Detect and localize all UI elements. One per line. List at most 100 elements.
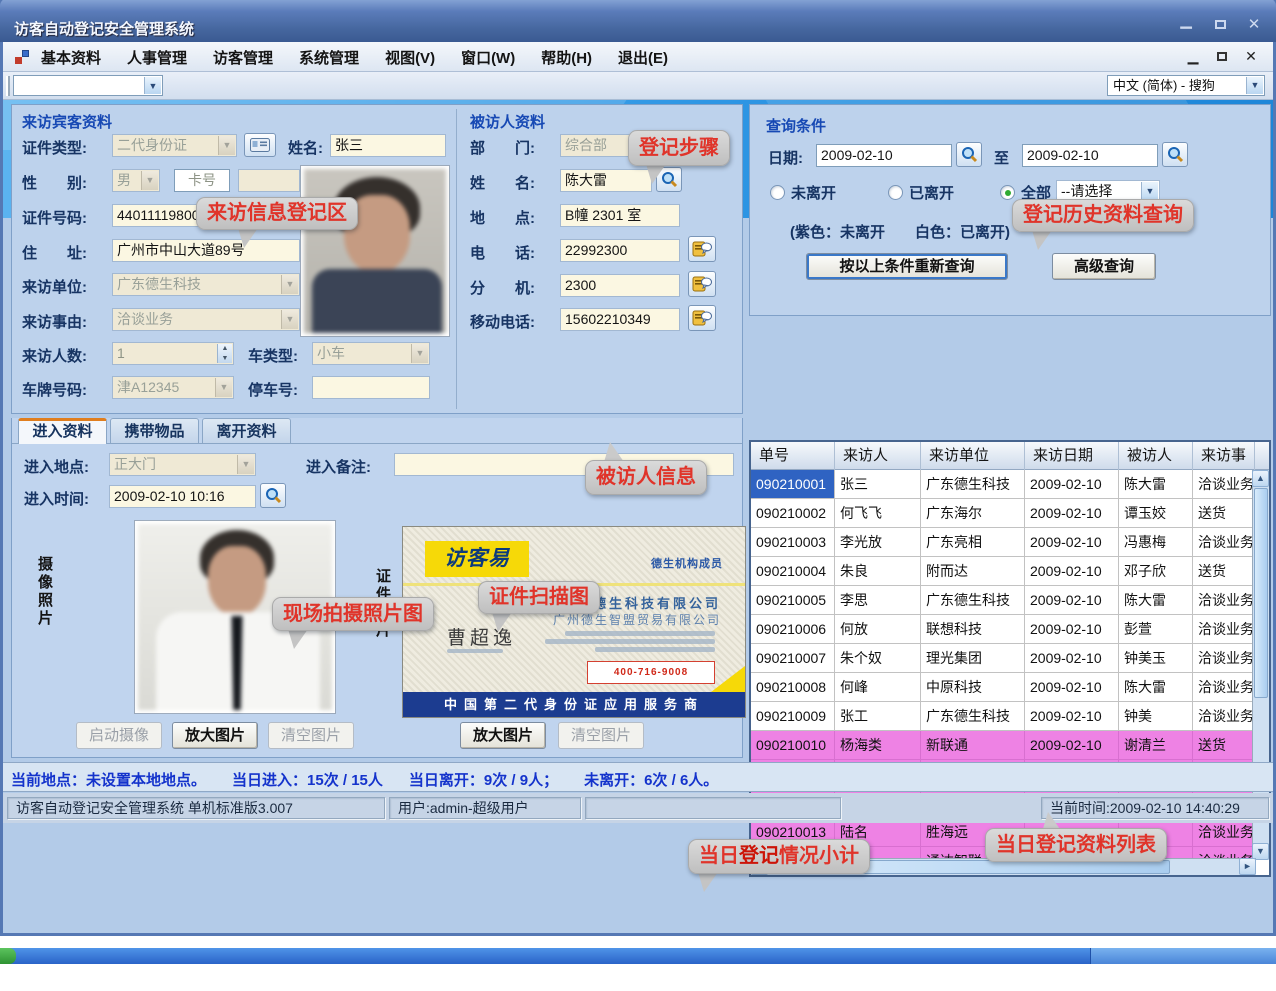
time-picker-icon[interactable] — [260, 483, 286, 508]
call-notify-icon[interactable] — [688, 305, 716, 331]
reason-combo[interactable]: 洽谈业务 ▼ — [112, 308, 300, 331]
table-row-9[interactable]: 090210010杨海类新联通2009-02-10谢清兰送货 — [751, 731, 1255, 760]
table-row-8[interactable]: 090210009张工广东德生科技2009-02-10钟美洽谈业务 — [751, 702, 1255, 731]
table-cell[interactable]: 何放 — [835, 615, 921, 644]
table-cell[interactable]: 李思 — [835, 586, 921, 615]
table-cell[interactable]: 张三 — [835, 470, 921, 499]
table-cell[interactable]: 2009-02-10 — [1025, 615, 1119, 644]
table-cell[interactable]: 洽谈业务 — [1193, 702, 1255, 731]
table-cell[interactable]: 陈大雷 — [1119, 673, 1193, 702]
table-cell[interactable]: 洽谈业务 — [1193, 586, 1255, 615]
menu-item-5[interactable]: 窗口(W) — [461, 47, 515, 68]
table-cell[interactable]: 090210010 — [751, 731, 835, 760]
table-cell[interactable]: 洽谈业务 — [1193, 615, 1255, 644]
date-to-input[interactable]: 2009-02-10 — [1022, 144, 1158, 167]
spinner-icon[interactable]: ▲▼ — [217, 344, 232, 363]
mdi-minimize-icon[interactable]: ▁ — [1185, 48, 1201, 65]
table-row-6[interactable]: 090210007朱个奴理光集团2009-02-10钟美玉洽谈业务 — [751, 644, 1255, 673]
visited-name-input[interactable]: 陈大雷 — [560, 169, 652, 192]
entry-time-input[interactable]: 2009-02-10 10:16 — [109, 485, 256, 508]
radio-1[interactable]: 已离开 — [888, 182, 954, 203]
plate-combo[interactable]: 津A12345 ▼ — [112, 376, 234, 399]
requery-button[interactable]: 按以上条件重新查询 — [806, 253, 1008, 280]
chevron-down-icon[interactable]: ▼ — [218, 136, 235, 155]
windows-taskbar[interactable] — [0, 948, 1276, 964]
table-cell[interactable]: 广东德生科技 — [921, 702, 1025, 731]
ext-input[interactable]: 2300 — [560, 274, 680, 297]
card-reader-icon[interactable] — [244, 133, 276, 157]
call-notify-icon[interactable] — [688, 236, 716, 262]
call-notify-icon[interactable] — [688, 271, 716, 297]
gender-combo[interactable]: 男 ▼ — [112, 169, 160, 192]
tab-2[interactable]: 离开资料 — [202, 418, 291, 444]
date-picker-icon[interactable] — [1162, 142, 1188, 167]
zoom-image-button[interactable]: 放大图片 — [460, 722, 546, 749]
table-row-4[interactable]: 090210005李思广东德生科技2009-02-10陈大雷洽谈业务 — [751, 586, 1255, 615]
table-cell[interactable]: 2009-02-10 — [1025, 644, 1119, 673]
chevron-down-icon[interactable]: ▼ — [215, 378, 232, 397]
card-no-input[interactable] — [238, 169, 300, 192]
close-icon[interactable]: ✕ — [1244, 16, 1264, 34]
chevron-down-icon[interactable]: ▼ — [281, 275, 298, 294]
table-cell[interactable]: 张工 — [835, 702, 921, 731]
table-cell[interactable]: 中原科技 — [921, 673, 1025, 702]
zoom-image-button[interactable]: 放大图片 — [172, 722, 258, 749]
table-cell[interactable]: 洽谈业务 — [1193, 470, 1255, 499]
language-bar[interactable]: 中文 (简体) - 搜狗 ▼ — [1107, 75, 1265, 96]
table-cell[interactable]: 谢清兰 — [1119, 731, 1193, 760]
scroll-up-icon[interactable]: ▲ — [1252, 470, 1269, 487]
clear-image-button[interactable]: 清空图片 — [558, 722, 644, 749]
table-cell[interactable]: 2009-02-10 — [1025, 528, 1119, 557]
restore-icon[interactable] — [1210, 16, 1230, 34]
table-cell[interactable]: 洽谈业务 — [1193, 673, 1255, 702]
table-cell[interactable]: 2009-02-10 — [1025, 586, 1119, 615]
address-input[interactable]: 广州市中山大道89号 — [112, 239, 300, 262]
tab-0[interactable]: 进入资料 — [18, 418, 107, 444]
table-cell[interactable]: 2009-02-10 — [1025, 470, 1119, 499]
chevron-down-icon[interactable]: ▼ — [237, 455, 254, 474]
table-cell[interactable]: 彭萱 — [1119, 615, 1193, 644]
table-cell[interactable]: 朱良 — [835, 557, 921, 586]
radio-0[interactable]: 未离开 — [770, 182, 836, 203]
menu-item-4[interactable]: 视图(V) — [385, 47, 435, 68]
table-cell[interactable]: 冯惠梅 — [1119, 528, 1193, 557]
table-cell[interactable]: 090210001 — [751, 470, 835, 499]
table-row-5[interactable]: 090210006何放联想科技2009-02-10彭萱洽谈业务 — [751, 615, 1255, 644]
menu-item-0[interactable]: 基本资料 — [41, 47, 101, 68]
visitor-name-input[interactable]: 张三 — [330, 134, 446, 157]
table-cell[interactable]: 送货 — [1193, 731, 1255, 760]
quick-combo[interactable]: ▼ — [13, 75, 163, 96]
chevron-down-icon[interactable]: ▼ — [1246, 77, 1263, 94]
table-cell[interactable]: 谭玉姣 — [1119, 499, 1193, 528]
table-cell[interactable]: 新联通 — [921, 731, 1025, 760]
people-input[interactable]: 1 ▲▼ — [112, 342, 234, 365]
table-cell[interactable]: 090210008 — [751, 673, 835, 702]
table-cell[interactable]: 附而达 — [921, 557, 1025, 586]
parking-input[interactable] — [312, 376, 430, 399]
chevron-down-icon[interactable]: ▼ — [281, 310, 298, 329]
menu-item-7[interactable]: 退出(E) — [618, 47, 668, 68]
car-type-combo[interactable]: 小车 ▼ — [312, 342, 430, 365]
minimize-icon[interactable]: ▁ — [1176, 16, 1196, 34]
table-cell[interactable]: 钟美玉 — [1119, 644, 1193, 673]
table-cell[interactable]: 洽谈业务 — [1193, 644, 1255, 673]
tab-1[interactable]: 携带物品 — [110, 418, 199, 444]
table-row-2[interactable]: 090210003李光放广东亮相2009-02-10冯惠梅洽谈业务 — [751, 528, 1255, 557]
table-cell[interactable]: 2009-02-10 — [1025, 499, 1119, 528]
table-cell[interactable]: 何飞飞 — [835, 499, 921, 528]
mdi-close-icon[interactable]: ✕ — [1243, 48, 1259, 65]
table-cell[interactable]: 李光放 — [835, 528, 921, 557]
table-cell[interactable]: 联想科技 — [921, 615, 1025, 644]
table-cell[interactable]: 2009-02-10 — [1025, 702, 1119, 731]
table-cell[interactable]: 090210004 — [751, 557, 835, 586]
table-cell[interactable]: 杨海类 — [835, 731, 921, 760]
table-cell[interactable]: 广东海尔 — [921, 499, 1025, 528]
chevron-down-icon[interactable]: ▼ — [141, 171, 158, 190]
clear-image-button[interactable]: 清空图片 — [268, 722, 354, 749]
radio-dot-icon[interactable] — [1000, 185, 1015, 200]
table-cell[interactable]: 陈大雷 — [1119, 586, 1193, 615]
table-cell[interactable]: 钟美 — [1119, 702, 1193, 731]
table-row-1[interactable]: 090210002何飞飞广东海尔2009-02-10谭玉姣送货 — [751, 499, 1255, 528]
radio-dot-icon[interactable] — [770, 185, 785, 200]
table-cell[interactable]: 090210009 — [751, 702, 835, 731]
